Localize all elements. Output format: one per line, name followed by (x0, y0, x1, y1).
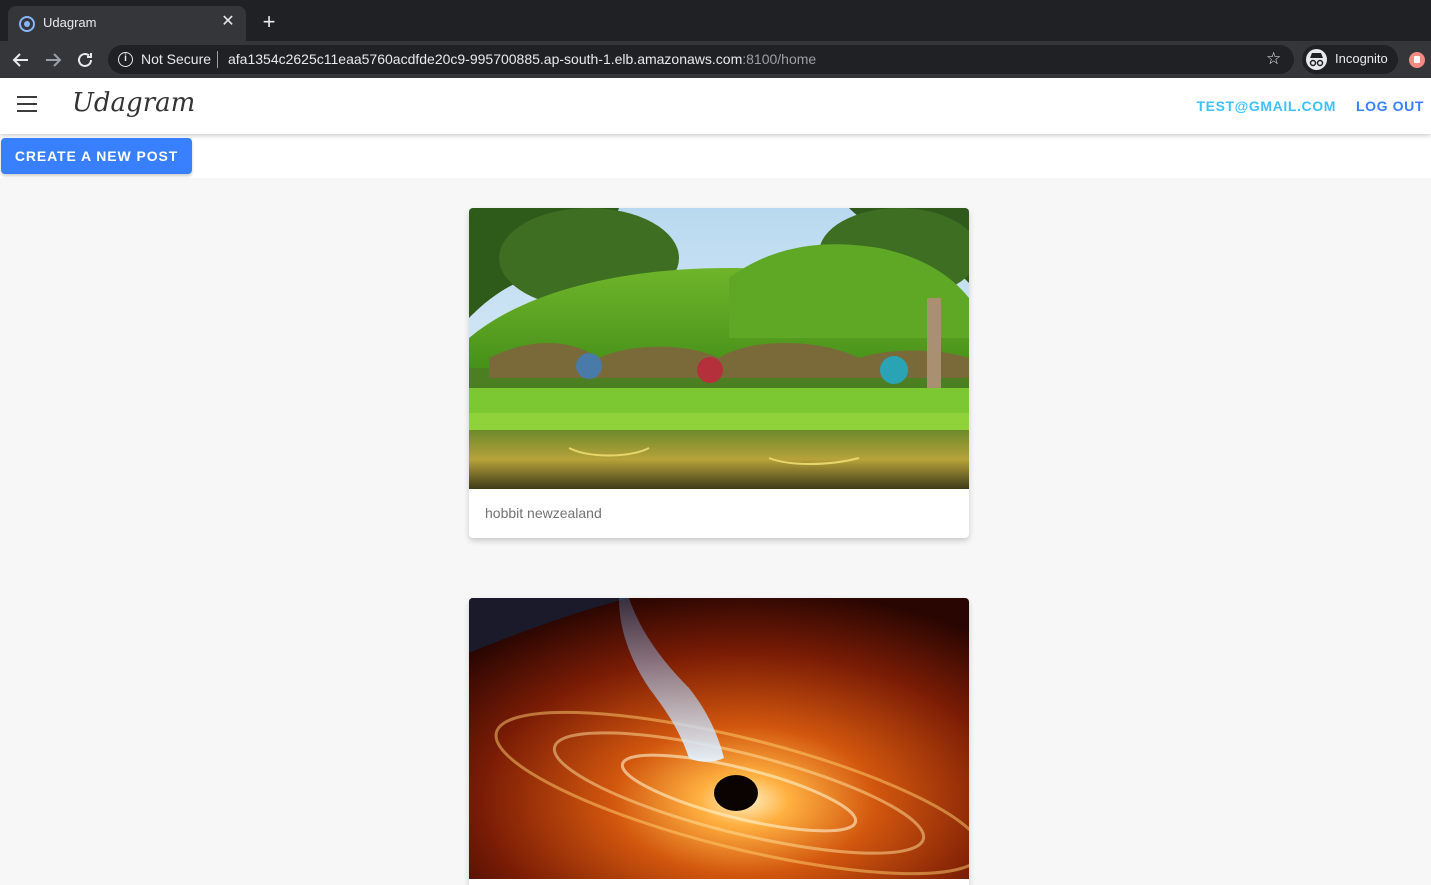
forward-arrow-icon[interactable] (39, 46, 67, 74)
feed-post-card: hobbit newzealand (469, 208, 969, 538)
back-arrow-icon[interactable] (7, 46, 35, 74)
address-bar[interactable]: i Not Secure afa1354c2625c11eaa5760acdfd… (108, 45, 1294, 74)
post-image (469, 208, 969, 489)
browser-tabstrip: Udagram ✕ + (0, 0, 1431, 41)
security-label[interactable]: Not Secure (141, 51, 211, 67)
omnibox-divider (217, 51, 218, 68)
user-email-link[interactable]: TEST@GMAIL.COM (1197, 98, 1337, 114)
tab-title: Udagram (43, 15, 97, 30)
url-text[interactable]: afa1354c2625c11eaa5760acdfde20c9-9957008… (228, 51, 816, 67)
browser-tab[interactable]: Udagram ✕ (8, 6, 246, 41)
feed-post-card (469, 598, 969, 885)
incognito-label: Incognito (1335, 51, 1388, 66)
app-header: Udagram TEST@GMAIL.COM LOG OUT (0, 78, 1431, 134)
create-post-button[interactable]: CREATE A NEW POST (1, 138, 192, 174)
app-logo: Udagram (72, 88, 196, 118)
action-bar: CREATE A NEW POST (0, 134, 1431, 178)
tab-favicon-icon (19, 16, 35, 32)
browser-toolbar: i Not Secure afa1354c2625c11eaa5760acdfd… (0, 41, 1431, 78)
incognito-icon (1306, 49, 1327, 70)
close-tab-icon[interactable]: ✕ (218, 12, 238, 32)
info-icon[interactable]: i (118, 52, 133, 67)
logout-button[interactable]: LOG OUT (1356, 98, 1424, 114)
url-path: :8100/home (742, 51, 817, 67)
hamburger-menu-icon[interactable] (17, 96, 37, 112)
incognito-indicator[interactable]: Incognito (1302, 45, 1398, 74)
new-tab-icon[interactable]: + (258, 11, 280, 33)
reload-icon[interactable] (71, 46, 99, 74)
extension-icon[interactable] (1409, 52, 1425, 68)
post-caption: hobbit newzealand (485, 505, 602, 521)
bookmark-star-icon[interactable]: ☆ (1266, 49, 1281, 69)
post-image (469, 598, 969, 879)
url-host: afa1354c2625c11eaa5760acdfde20c9-9957008… (228, 51, 743, 67)
